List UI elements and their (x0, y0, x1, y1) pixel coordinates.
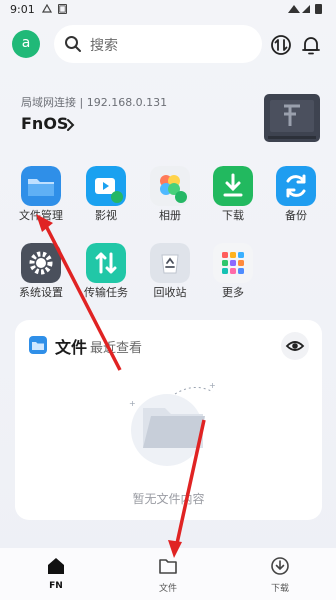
app-notification-icon (58, 4, 67, 14)
app-photos[interactable]: 相册 (140, 163, 200, 223)
app-grid: 文件管理 影视 相册 下载 备份 系统设置 传输任务 回收站 更多 (0, 163, 336, 313)
recent-label[interactable]: 最近查看 (90, 337, 142, 356)
nav-label: 文件 (158, 584, 177, 594)
svg-text:+: + (209, 381, 216, 390)
empty-state-text: 暂无文件内容 (132, 492, 205, 506)
video-icon (86, 166, 126, 206)
search-icon (65, 36, 81, 52)
nav-item-downloads[interactable]: 下载 (250, 548, 310, 598)
app-label: 更多 (222, 286, 244, 299)
app-file-manager[interactable]: 文件管理 (11, 163, 71, 223)
nav-item-fn[interactable]: FN (26, 548, 86, 598)
eye-icon (285, 341, 305, 351)
download-outline-icon (271, 557, 289, 575)
sync-icon[interactable] (270, 34, 292, 56)
app-settings[interactable]: 系统设置 (11, 240, 71, 300)
svg-text:+: + (129, 399, 136, 408)
card-title: 文件 (55, 338, 88, 357)
notification-icon (42, 4, 52, 13)
app-backup[interactable]: 备份 (266, 163, 326, 223)
home-icon (48, 558, 64, 574)
status-bar: 9:01 (0, 0, 336, 20)
visibility-toggle[interactable] (281, 332, 309, 360)
nav-label: 下载 (270, 584, 289, 594)
nas-device-icon (264, 94, 320, 142)
search-bar[interactable]: 搜索 (54, 25, 262, 63)
app-label: 备份 (285, 209, 307, 222)
app-video[interactable]: 影视 (76, 163, 136, 223)
app-download[interactable]: 下载 (203, 163, 263, 223)
folder-icon (29, 336, 47, 354)
files-card: 文件 最近查看 + + 暂无文件内容 (15, 320, 322, 520)
nav-item-files[interactable]: 文件 (138, 548, 198, 598)
transfer-icon (86, 243, 126, 283)
app-recycle-bin[interactable]: 回收站 (140, 240, 200, 300)
signal-battery-icon (288, 4, 322, 14)
gear-icon (21, 243, 61, 283)
app-transfer[interactable]: 传输任务 (76, 240, 136, 300)
nav-label: FN (49, 581, 63, 591)
recycle-icon (150, 243, 190, 283)
bell-icon[interactable] (300, 34, 322, 56)
more-icon (213, 243, 253, 283)
server-name: FnOS (21, 114, 69, 133)
avatar[interactable]: a (12, 30, 40, 58)
status-time: 9:01 (10, 3, 35, 16)
top-bar: a 搜索 (0, 22, 336, 63)
chevron-right-icon (67, 119, 75, 131)
connection-info: 局域网连接 | 192.168.0.131 (21, 96, 168, 109)
download-icon (213, 166, 253, 206)
search-placeholder: 搜索 (90, 38, 118, 54)
folder-icon (21, 166, 61, 206)
app-more[interactable]: 更多 (203, 240, 263, 300)
photos-icon (150, 166, 190, 206)
empty-folder-illustration: + + (129, 381, 216, 466)
bottom-nav: FN 文件 下载 (0, 548, 336, 600)
folder-outline-icon (159, 559, 177, 574)
backup-icon (276, 166, 316, 206)
